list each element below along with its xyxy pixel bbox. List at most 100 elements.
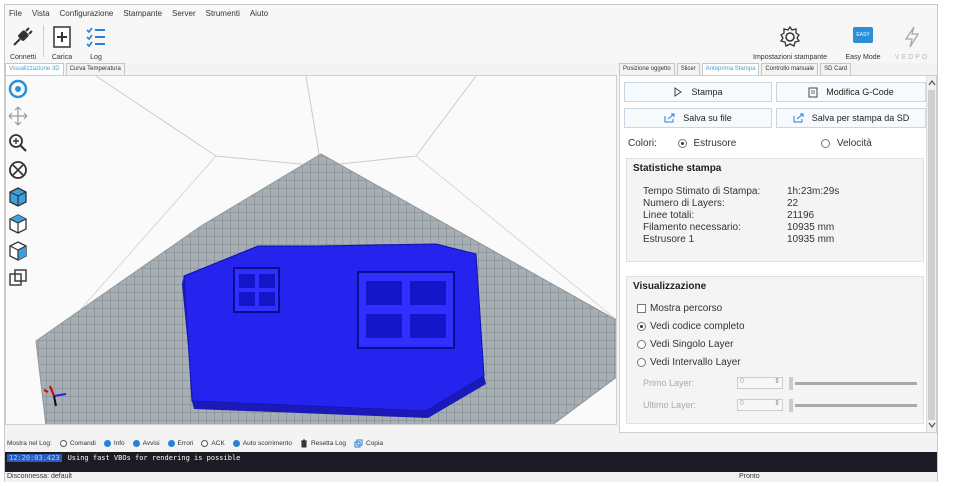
save-file-label: Salva su file (683, 113, 732, 123)
visualization-group: Visualizzazione Mostra percorso Vedi cod… (626, 276, 924, 424)
ack-toggle[interactable] (201, 440, 209, 447)
wireframe-icon[interactable] (7, 267, 29, 289)
menu-configuration[interactable]: Configurazione (60, 9, 114, 18)
last-layer-spinner[interactable]: 0 (737, 399, 783, 411)
log-message: Using fast VBOs for rendering is possibl… (67, 454, 241, 462)
color-speed-option[interactable]: Velocità (821, 138, 872, 149)
cube-front-icon[interactable] (7, 186, 29, 208)
filter-warnings[interactable]: Avvisi (132, 440, 160, 447)
vis-single-radio[interactable] (637, 339, 646, 349)
plug-icon (13, 27, 33, 46)
first-layer-spinner[interactable]: 0 (737, 377, 783, 389)
tab-slicer[interactable]: Slicer (676, 63, 700, 75)
scroll-up-icon[interactable] (927, 78, 937, 88)
save-sd-label: Salva per stampa da SD (811, 113, 910, 123)
vis-full-option[interactable]: Vedi codice completo (627, 318, 923, 336)
show-path-option[interactable]: Mostra percorso (627, 300, 923, 318)
tab-manual-control[interactable]: Controllo manuale (761, 63, 819, 75)
stat-value: 22 (787, 198, 799, 209)
move-icon[interactable] (7, 105, 29, 127)
tab-3d-view[interactable]: Visualizzazione 3D (5, 63, 64, 75)
menu-printer[interactable]: Stampante (123, 9, 162, 18)
scroll-thumb[interactable] (928, 90, 935, 420)
menu-tools[interactable]: Strumenti (206, 9, 240, 18)
easy-mode-badge: EASY (853, 27, 873, 43)
info-toggle[interactable] (103, 440, 111, 447)
stat-key: Linee totali: (643, 210, 695, 221)
color-speed-radio[interactable] (821, 138, 831, 148)
commands-radio[interactable] (59, 440, 67, 447)
connect-button[interactable]: Connetti (5, 23, 41, 61)
cube-top-icon[interactable] (7, 213, 29, 235)
export-icon (793, 113, 804, 123)
zoom-icon[interactable] (7, 132, 29, 154)
vis-full-radio[interactable] (637, 321, 646, 331)
colors-label: Colori: (628, 138, 657, 149)
stat-key: Numero di Layers: (643, 198, 725, 209)
commands-label: Comandi (69, 440, 96, 447)
print-preview-panel: Stampa Modifica G-Code Salva su file Sal… (619, 75, 937, 433)
menu-help[interactable]: Aiuto (250, 9, 268, 18)
save-file-button[interactable]: Salva su file (624, 108, 772, 128)
copy-button[interactable]: Copia (354, 439, 383, 448)
warnings-toggle[interactable] (132, 440, 140, 447)
stat-key: Estrusore 1 (643, 234, 695, 245)
vis-range-option[interactable]: Vedi Intervallo Layer (627, 354, 923, 372)
last-layer-slider[interactable] (789, 398, 917, 412)
stat-row: Tempo Stimato di Stampa: 1h:23m:29s (627, 186, 923, 198)
tab-temperature-curve[interactable]: Curva Temperatura (65, 63, 125, 75)
load-button[interactable]: Carica (47, 23, 77, 61)
menu-server[interactable]: Server (172, 9, 196, 18)
save-sd-button[interactable]: Salva per stampa da SD (776, 108, 926, 128)
edit-gcode-button[interactable]: Modifica G-Code (776, 82, 926, 102)
errors-toggle[interactable] (167, 440, 175, 447)
tab-object-position[interactable]: Posizione oggetto (619, 63, 675, 75)
copy-icon (354, 439, 363, 448)
scroll-down-icon[interactable] (927, 420, 937, 430)
reset-log-button[interactable]: Resetta Log (300, 439, 346, 448)
print-bed-scene[interactable] (6, 76, 617, 425)
tab-print-preview[interactable]: Anteprima Stampa (701, 63, 760, 75)
vis-single-label: Vedi Singolo Layer (650, 339, 734, 350)
filter-autoscroll[interactable]: Auto scorrimento (232, 440, 292, 447)
menu-file[interactable]: File (9, 9, 22, 18)
printer-settings-button[interactable]: Impostazioni stampante (745, 23, 835, 61)
filter-errors[interactable]: Errori (167, 440, 193, 447)
log-button[interactable]: Log (81, 23, 111, 61)
rotate-icon[interactable] (7, 78, 29, 100)
reset-log-label: Resetta Log (310, 440, 346, 447)
menu-view[interactable]: Vista (32, 9, 50, 18)
filter-ack[interactable]: ACK (201, 440, 225, 447)
filter-commands[interactable]: Comandi (59, 440, 96, 447)
vis-range-radio[interactable] (637, 357, 646, 367)
copy-label: Copia (366, 440, 383, 447)
connect-label: Connetti (9, 54, 37, 61)
reset-view-icon[interactable] (7, 159, 29, 181)
color-extruder-option[interactable]: Estrusore (677, 138, 739, 149)
log-timestamp: 12:20:03.423 (7, 454, 62, 462)
vis-single-option[interactable]: Vedi Singolo Layer (627, 336, 923, 354)
stat-key: Tempo Stimato di Stampa: (643, 186, 761, 197)
view-tabs: Visualizzazione 3D Curva Temperatura (5, 63, 127, 75)
panel-scrollbar[interactable] (926, 76, 936, 432)
first-layer-slider[interactable] (789, 376, 917, 390)
show-in-log-label: Mostra nel Log: (7, 440, 52, 447)
filter-info[interactable]: Info (103, 440, 125, 447)
vis-range-label: Vedi Intervallo Layer (650, 357, 741, 368)
stat-value: 10935 mm (787, 222, 835, 233)
color-extruder-radio[interactable] (677, 138, 687, 148)
view-tools (7, 78, 29, 294)
last-layer-label: Ultimo Layer: (643, 400, 697, 410)
cube-side-icon[interactable] (7, 240, 29, 262)
easy-mode-button[interactable]: EASY Easy Mode (841, 23, 885, 61)
show-path-checkbox[interactable] (637, 303, 646, 313)
stats-title: Statistiche stampa (633, 163, 722, 174)
3d-viewport[interactable] (5, 75, 617, 425)
print-stats-group: Statistiche stampa Tempo Stimato di Stam… (626, 158, 924, 262)
log-console[interactable]: 12:20:03.423 Using fast VBOs for renderin… (5, 452, 937, 472)
document-icon (808, 87, 818, 97)
trash-icon (300, 439, 307, 448)
print-button[interactable]: Stampa (624, 82, 772, 102)
tab-sd-card[interactable]: SD Card (820, 63, 852, 75)
autoscroll-toggle[interactable] (232, 440, 240, 447)
